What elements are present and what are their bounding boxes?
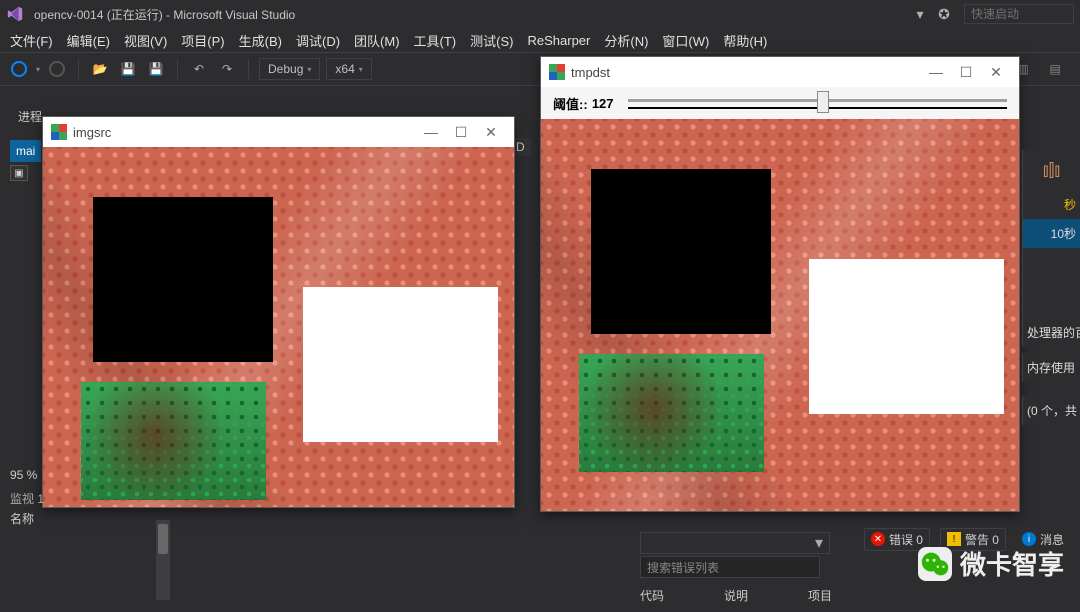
vs-logo-icon (6, 5, 24, 23)
error-icon: ✕ (871, 532, 885, 546)
col-desc[interactable]: 说明 (724, 587, 748, 604)
close-button[interactable]: ✕ (981, 64, 1011, 81)
messages-badge[interactable]: i消息 (1016, 529, 1070, 550)
tmpdst-canvas (541, 119, 1019, 511)
menu-help[interactable]: 帮助(H) (723, 31, 767, 50)
window-imgsrc-title: imgsrc (73, 125, 111, 140)
diag-memory: 内存使用 (1022, 353, 1080, 382)
watch-col-name[interactable]: 名称 (10, 510, 160, 527)
menu-edit[interactable]: 编辑(E) (67, 31, 110, 50)
nav-back-dropdown[interactable]: ▾ (36, 65, 40, 74)
trackbar-slider[interactable] (628, 93, 1007, 113)
window-tmpdst-titlebar[interactable]: tmpdst — ☐ ✕ (541, 57, 1019, 87)
nav-back-button[interactable] (8, 58, 30, 80)
errors-badge[interactable]: ✕错误 0 (864, 528, 930, 551)
minimize-button[interactable]: — (416, 124, 446, 140)
notifications-icon[interactable]: ▾ (908, 6, 932, 23)
threshold-trackbar: 阈值:: 127 (541, 87, 1019, 119)
save-all-icon[interactable]: 💾 (145, 58, 167, 80)
window-tmpdst: tmpdst — ☐ ✕ 阈值:: 127 (540, 56, 1020, 512)
menu-debug[interactable]: 调试(D) (296, 31, 340, 50)
close-button[interactable]: ✕ (476, 124, 506, 141)
imgsrc-canvas (43, 147, 514, 507)
redo-icon[interactable]: ↷ (216, 58, 238, 80)
menu-file[interactable]: 文件(F) (10, 31, 53, 50)
col-code[interactable]: 代码 (640, 587, 664, 604)
minimize-button[interactable]: — (921, 64, 951, 80)
menu-build[interactable]: 生成(B) (239, 31, 282, 50)
trackbar-value: 127 (588, 96, 618, 111)
config-select[interactable]: Debug▾ (259, 58, 320, 80)
menu-resharper[interactable]: ReSharper (527, 33, 590, 48)
diagnostic-panel: ⫾⫿⫾ 秒 10秒 处理器的百 内存使用 (0 个，共 (1022, 150, 1080, 480)
watch-scrollbar[interactable] (156, 520, 170, 600)
menu-test[interactable]: 测试(S) (470, 31, 513, 50)
col-project[interactable]: 项目 (808, 587, 832, 604)
menu-project[interactable]: 项目(P) (181, 31, 224, 50)
window-title: opencv-0014 (正在运行) - Microsoft Visual St… (34, 6, 295, 23)
save-icon[interactable]: 💾 (117, 58, 139, 80)
chart-icon[interactable]: ⫾⫿⫾ (1043, 160, 1060, 181)
quick-launch-input[interactable]: 快速启动 (964, 4, 1074, 24)
diag-10sec[interactable]: 10秒 (1022, 219, 1080, 248)
error-search-input[interactable]: 搜索错误列表 (640, 556, 820, 578)
maximize-button[interactable]: ☐ (446, 124, 476, 141)
undo-icon[interactable]: ↶ (188, 58, 210, 80)
trackbar-label: 阈值:: (553, 94, 588, 113)
title-bar: opencv-0014 (正在运行) - Microsoft Visual St… (0, 0, 1080, 28)
process-label: 进程 (18, 108, 42, 125)
properties-icon[interactable]: ▤ (1044, 58, 1066, 80)
warning-icon: ! (947, 532, 961, 546)
app-icon (549, 64, 565, 80)
window-imgsrc: imgsrc — ☐ ✕ (42, 116, 515, 508)
menu-analyze[interactable]: 分析(N) (604, 31, 648, 50)
open-file-icon[interactable]: 📂 (89, 58, 111, 80)
warnings-badge[interactable]: !警告 0 (940, 528, 1006, 551)
watch-header: 监视 1 (10, 490, 160, 507)
maximize-button[interactable]: ☐ (951, 64, 981, 81)
nav-fwd-button[interactable] (46, 58, 68, 80)
menu-view[interactable]: 视图(V) (124, 31, 167, 50)
zoom-percent: 95 % (10, 468, 37, 482)
info-icon: i (1022, 532, 1036, 546)
platform-select[interactable]: x64▾ (326, 58, 371, 80)
feedback-icon[interactable]: ✪ (932, 6, 956, 23)
menu-team[interactable]: 团队(M) (354, 31, 400, 50)
watch-panel: 监视 1 名称 (10, 490, 160, 527)
menu-window[interactable]: 窗口(W) (662, 31, 709, 50)
app-icon (51, 124, 67, 140)
window-tmpdst-title: tmpdst (571, 65, 610, 80)
pin-icon[interactable]: ▣ (10, 165, 28, 181)
error-list-columns: 代码 说明 项目 (640, 587, 1070, 604)
error-filter-dropdown[interactable]: ▾ (640, 532, 830, 554)
menu-bar: 文件(F) 编辑(E) 视图(V) 项目(P) 生成(B) 调试(D) 团队(M… (0, 28, 1080, 52)
diag-seconds: 秒 (1022, 190, 1080, 219)
window-imgsrc-titlebar[interactable]: imgsrc — ☐ ✕ (43, 117, 514, 147)
diag-gc: (0 个，共 (1022, 396, 1080, 425)
menu-tools[interactable]: 工具(T) (414, 31, 457, 50)
diag-processor: 处理器的百 (1022, 318, 1080, 347)
error-summary-bar: ✕错误 0 !警告 0 i消息 (864, 526, 1070, 552)
document-tab[interactable]: mai (10, 140, 41, 162)
